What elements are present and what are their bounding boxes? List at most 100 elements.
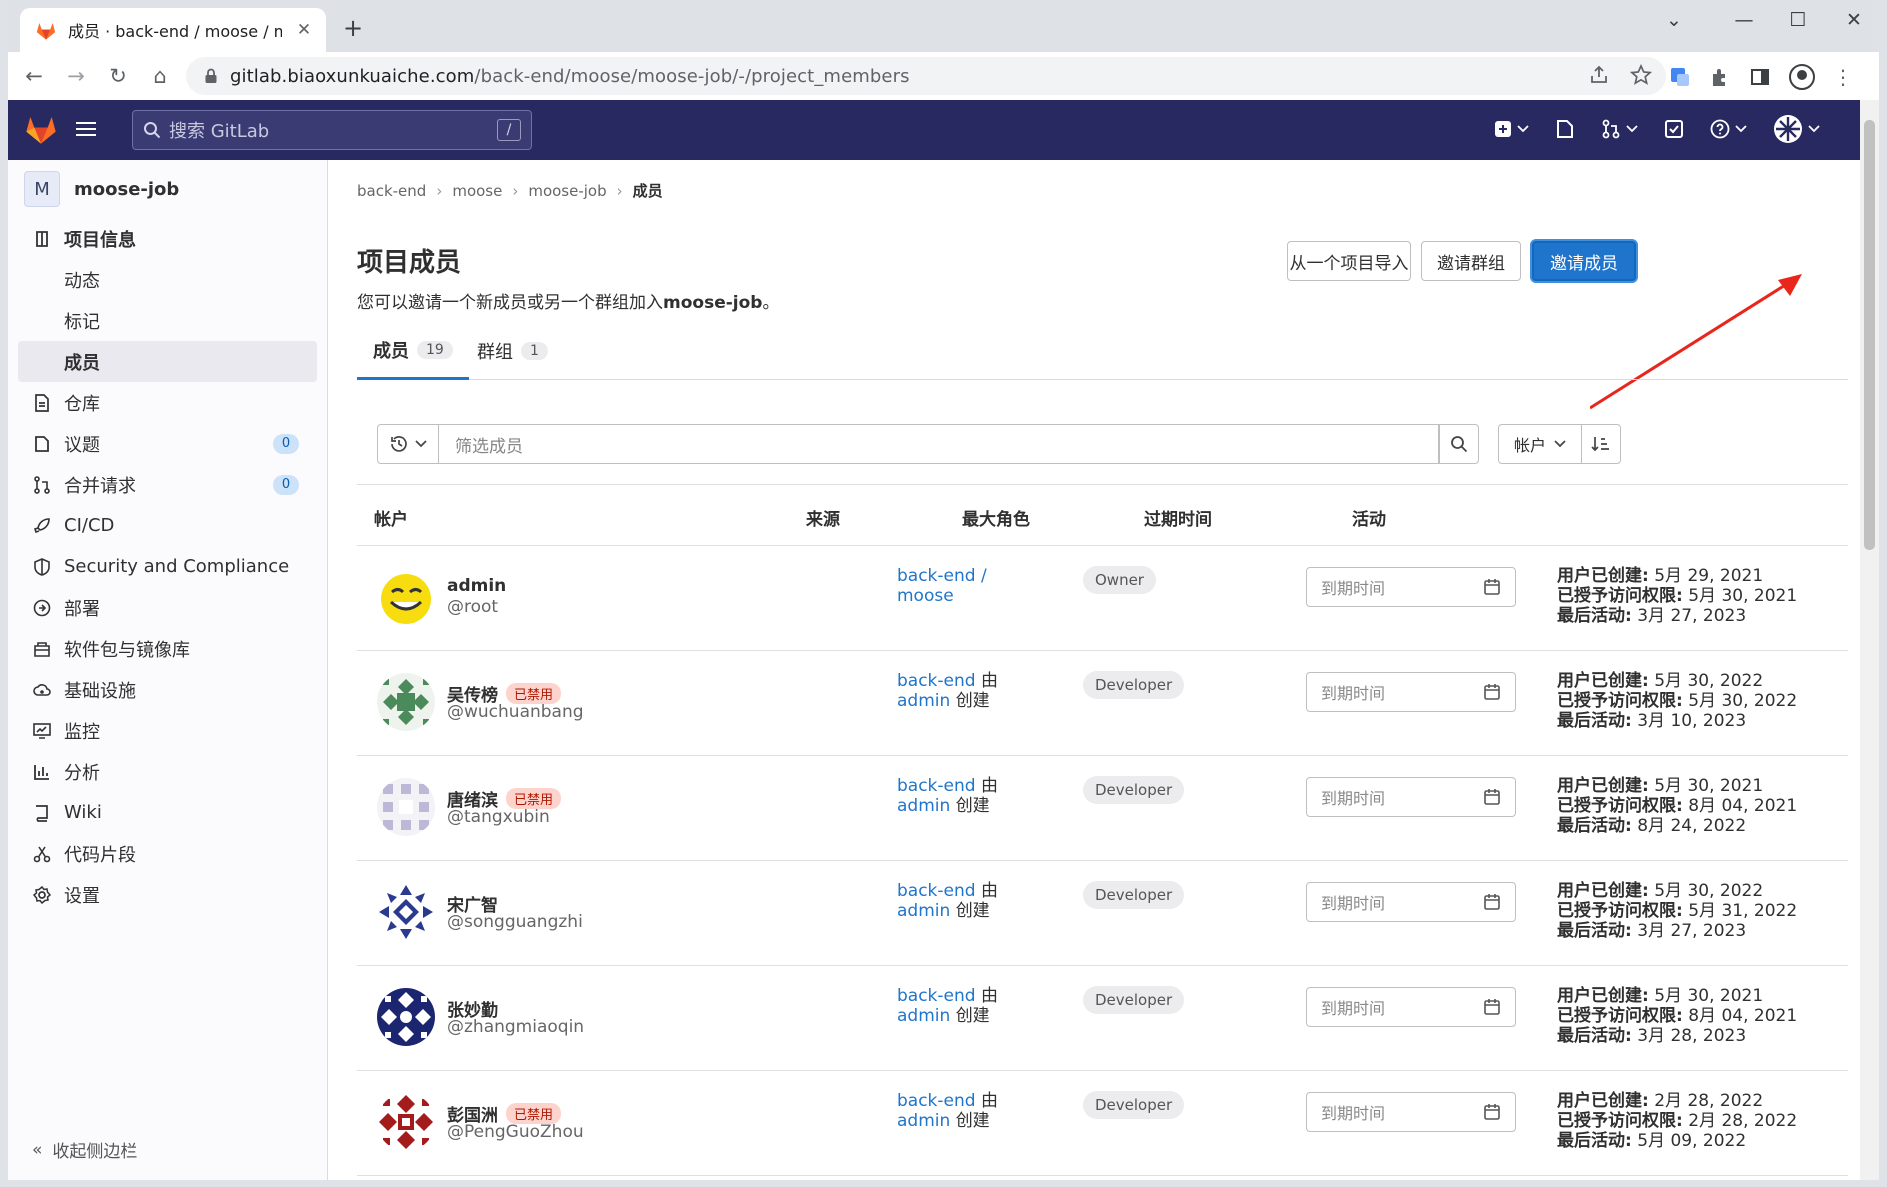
breadcrumb-current[interactable]: 成员 xyxy=(633,180,663,201)
close-window-icon[interactable]: ✕ xyxy=(1836,8,1872,32)
translate-icon[interactable] xyxy=(1669,66,1691,88)
new-tab-icon[interactable]: + xyxy=(338,14,368,42)
source-group-link[interactable]: moose xyxy=(897,586,954,606)
expiration-date-input[interactable]: 到期时间 xyxy=(1306,777,1516,817)
browser-toolbar: ← → ↻ ⌂ gitlab.biaoxunkuaiche.com/back-e… xyxy=(8,52,1879,100)
sidebar-item-cicd[interactable]: CI/CD xyxy=(8,505,327,546)
reload-icon[interactable]: ↻ xyxy=(102,60,134,92)
sidebar-item-labels[interactable]: 标记 xyxy=(8,300,327,341)
user-avatar[interactable] xyxy=(377,1093,435,1151)
sidebar-item-repository[interactable]: 仓库 xyxy=(8,382,327,423)
sidebar-item-merge-requests[interactable]: 合并请求 0 xyxy=(8,464,327,505)
tab-groups[interactable]: 群组 1 xyxy=(461,322,564,380)
extensions-puzzle-icon[interactable] xyxy=(1709,66,1731,88)
expiration-date-input[interactable]: 到期时间 xyxy=(1306,567,1516,607)
page-description: 您可以邀请一个新成员或另一个群组加入moose-job。 xyxy=(357,293,780,313)
hamburger-menu-icon[interactable] xyxy=(76,119,98,139)
user-avatar[interactable] xyxy=(377,883,435,941)
sidebar-item-issues[interactable]: 议题 0 xyxy=(8,423,327,464)
creator-link[interactable]: admin xyxy=(897,1006,950,1026)
source-group-link[interactable]: back-end / xyxy=(897,566,987,586)
sidebar-item-analytics[interactable]: 分析 xyxy=(8,751,327,792)
creator-link[interactable]: admin xyxy=(897,796,950,816)
page-scrollbar[interactable] xyxy=(1860,100,1879,1180)
creator-link[interactable]: admin xyxy=(897,691,950,711)
expiration-date-input[interactable]: 到期时间 xyxy=(1306,1092,1516,1132)
sidebar-item-project-info[interactable]: 项目信息 xyxy=(8,218,327,259)
browser-tab[interactable]: 成员 · back-end / moose / mo ✕ xyxy=(20,8,326,52)
source-group-link[interactable]: back-end xyxy=(897,881,976,901)
collapse-sidebar-button[interactable]: « 收起侧边栏 xyxy=(32,1137,137,1163)
recent-searches-dropdown[interactable] xyxy=(377,424,439,464)
user-menu-dropdown[interactable] xyxy=(1773,114,1820,144)
filter-members-input[interactable]: 筛选成员 xyxy=(439,424,1439,464)
sort-by-dropdown[interactable]: 帐户 xyxy=(1498,424,1582,464)
column-header-account[interactable]: 帐户 xyxy=(374,505,408,530)
source-group-link[interactable]: back-end xyxy=(897,776,976,796)
sidebar-item-members[interactable]: 成员 xyxy=(18,341,317,382)
forward-icon[interactable]: → xyxy=(60,60,92,92)
sort-direction-button[interactable] xyxy=(1581,424,1621,464)
create-new-dropdown[interactable] xyxy=(1494,120,1529,138)
user-avatar[interactable] xyxy=(377,673,435,731)
sidebar-project-context[interactable]: M moose-job xyxy=(8,160,327,218)
user-avatar[interactable] xyxy=(377,568,435,626)
maximize-icon[interactable]: ☐ xyxy=(1780,8,1816,32)
breadcrumb-item[interactable]: moose xyxy=(452,182,502,200)
sidebar-item-security[interactable]: Security and Compliance xyxy=(8,546,327,587)
browser-menu-icon[interactable]: ⋮ xyxy=(1833,65,1853,89)
issues-nav-icon[interactable] xyxy=(1555,119,1575,139)
gitlab-logo-icon[interactable] xyxy=(25,114,57,144)
address-bar[interactable]: gitlab.biaoxunkuaiche.com/back-end/moose… xyxy=(186,57,1666,95)
bookmark-star-icon[interactable] xyxy=(1630,64,1652,86)
side-panel-icon[interactable] xyxy=(1749,66,1771,88)
gitlab-search-input[interactable]: 搜索 GitLab / xyxy=(132,110,532,150)
column-header-max-role[interactable]: 最大角色 xyxy=(962,505,1030,530)
calendar-icon xyxy=(1484,894,1500,910)
creator-link[interactable]: admin xyxy=(897,1111,950,1131)
breadcrumb-item[interactable]: back-end xyxy=(357,182,426,200)
home-icon[interactable]: ⌂ xyxy=(144,60,176,92)
profile-avatar-icon[interactable] xyxy=(1789,64,1815,90)
sidebar-item-deployments[interactable]: 部署 xyxy=(8,587,327,628)
merge-requests-nav-dropdown[interactable] xyxy=(1601,119,1638,139)
source-group-link[interactable]: back-end xyxy=(897,671,976,691)
sidebar-item-settings[interactable]: 设置 xyxy=(8,874,327,915)
sidebar-item-monitor[interactable]: 监控 xyxy=(8,710,327,751)
project-avatar: M xyxy=(24,171,60,207)
expiration-date-input[interactable]: 到期时间 xyxy=(1306,987,1516,1027)
sidebar-item-infrastructure[interactable]: 基础设施 xyxy=(8,669,327,710)
todos-icon[interactable] xyxy=(1664,119,1684,139)
invite-group-button[interactable]: 邀请群组 xyxy=(1421,241,1521,281)
source-group-link[interactable]: back-end xyxy=(897,1091,976,1111)
tab-search-chevron-icon[interactable]: ⌄ xyxy=(1656,8,1692,32)
source-group-link[interactable]: back-end xyxy=(897,986,976,1006)
sidebar-item-packages[interactable]: 软件包与镜像库 xyxy=(8,628,327,669)
creator-link[interactable]: admin xyxy=(897,901,950,921)
activity-info: 用户已创建: 5月 30, 2021 已授予访问权限: 8月 04, 2021 … xyxy=(1557,986,1798,1046)
user-name[interactable]: admin xyxy=(447,576,506,596)
sidebar-item-wiki[interactable]: Wiki xyxy=(8,792,327,833)
minimize-icon[interactable]: — xyxy=(1726,8,1762,32)
expiration-date-input[interactable]: 到期时间 xyxy=(1306,882,1516,922)
search-icon xyxy=(143,121,161,139)
back-icon[interactable]: ← xyxy=(18,60,50,92)
scrollbar-thumb[interactable] xyxy=(1864,120,1875,550)
user-avatar[interactable] xyxy=(377,988,435,1046)
deployments-icon xyxy=(32,598,52,618)
tab-members[interactable]: 成员 19 xyxy=(357,322,469,380)
filter-search-button[interactable] xyxy=(1439,424,1479,464)
user-avatar[interactable] xyxy=(377,778,435,836)
import-from-project-button[interactable]: 从一个项目导入 xyxy=(1287,241,1411,281)
share-icon[interactable] xyxy=(1588,64,1610,86)
sidebar-item-activity[interactable]: 动态 xyxy=(8,259,327,300)
merge-requests-count-badge: 0 xyxy=(273,475,299,495)
activity-info: 用户已创建: 5月 30, 2022 已授予访问权限: 5月 30, 2022 … xyxy=(1557,671,1798,731)
tab-label: 群组 xyxy=(477,342,513,363)
sidebar-item-snippets[interactable]: 代码片段 xyxy=(8,833,327,874)
tab-close-icon[interactable]: ✕ xyxy=(294,20,314,40)
breadcrumb-item[interactable]: moose-job xyxy=(528,182,606,200)
expiration-date-input[interactable]: 到期时间 xyxy=(1306,672,1516,712)
help-dropdown[interactable] xyxy=(1710,119,1747,139)
user-handle: @root xyxy=(447,597,499,617)
